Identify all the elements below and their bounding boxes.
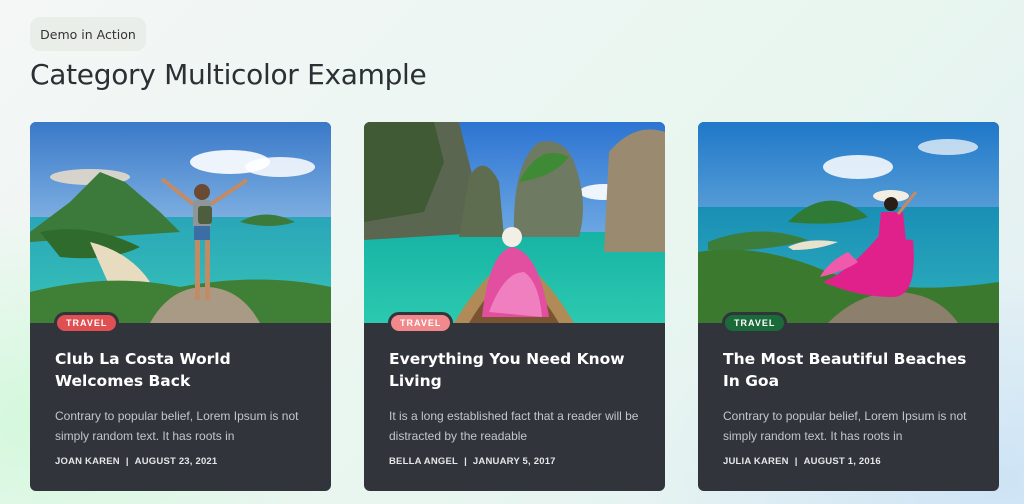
post-meta: JOAN KAREN | AUGUST 23, 2021	[55, 456, 217, 467]
demo-badge: Demo in Action	[30, 17, 146, 51]
meta-separator: |	[794, 456, 798, 467]
post-author[interactable]: BELLA ANGEL	[389, 456, 458, 467]
page-title: Category Multicolor Example	[30, 58, 427, 91]
post-title[interactable]: Club La Costa World Welcomes Back	[55, 348, 315, 392]
post-date: AUGUST 23, 2021	[134, 456, 218, 467]
category-tag[interactable]: TRAVEL	[54, 312, 120, 334]
post-date: JANUARY 5, 2017	[472, 456, 556, 467]
post-date: AUGUST 1, 2016	[803, 456, 881, 467]
post-card[interactable]: TRAVEL Everything You Need Know Living I…	[364, 122, 665, 491]
post-excerpt: It is a long established fact that a rea…	[389, 409, 639, 443]
post-author[interactable]: JOAN KAREN	[55, 456, 120, 467]
category-tag[interactable]: TRAVEL	[388, 312, 454, 334]
post-excerpt: Contrary to popular belief, Lorem Ipsum …	[55, 409, 299, 443]
post-image[interactable]	[30, 122, 331, 323]
post-card[interactable]: TRAVEL The Most Beautiful Beaches In Goa…	[698, 122, 999, 491]
post-meta: JULIA KAREN | AUGUST 1, 2016	[723, 456, 881, 467]
category-tag[interactable]: TRAVEL	[722, 312, 788, 334]
meta-separator: |	[464, 456, 467, 467]
post-author[interactable]: JULIA KAREN	[723, 456, 789, 467]
post-title[interactable]: Everything You Need Know Living	[389, 348, 649, 392]
post-excerpt: Contrary to popular belief, Lorem Ipsum …	[723, 409, 967, 443]
meta-separator: |	[125, 456, 129, 467]
post-card[interactable]: TRAVEL Club La Costa World Welcomes Back…	[30, 122, 331, 491]
post-meta: BELLA ANGEL | JANUARY 5, 2017	[389, 456, 556, 467]
post-image[interactable]	[698, 122, 999, 323]
post-title[interactable]: The Most Beautiful Beaches In Goa	[723, 348, 983, 392]
post-image[interactable]	[364, 122, 665, 323]
